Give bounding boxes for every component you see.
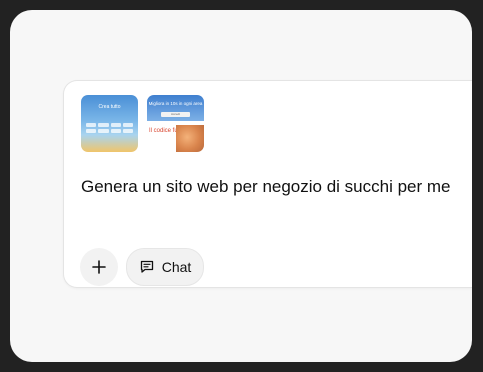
plus-icon (92, 260, 106, 274)
thumbnail-button: Accedi (161, 112, 190, 117)
add-button[interactable] (80, 248, 118, 286)
chat-bubble-icon (140, 260, 153, 273)
chat-button-label: Chat (161, 259, 192, 275)
app-window: Crea tutto Migliora in 10s in ogni area … (10, 10, 472, 362)
thumbnail-header (147, 95, 204, 121)
thumbnail-grid (86, 123, 133, 133)
chat-button[interactable]: Chat (126, 248, 204, 286)
thumbnail-title: Migliora in 10s in ogni area (148, 101, 203, 106)
attachment-thumbnail-2[interactable]: Migliora in 10s in ogni area Accedi Il c… (147, 95, 204, 152)
attachment-thumbnail-1[interactable]: Crea tutto (81, 95, 138, 152)
prompt-input[interactable]: Genera un sito web per negozio di succhi… (81, 177, 450, 197)
thumbnail-title: Crea tutto (98, 104, 121, 110)
prompt-composer: Crea tutto Migliora in 10s in ogni area … (63, 80, 472, 288)
thumbnail-photo (176, 125, 204, 152)
attachment-thumbnails: Crea tutto Migliora in 10s in ogni area … (81, 95, 204, 152)
